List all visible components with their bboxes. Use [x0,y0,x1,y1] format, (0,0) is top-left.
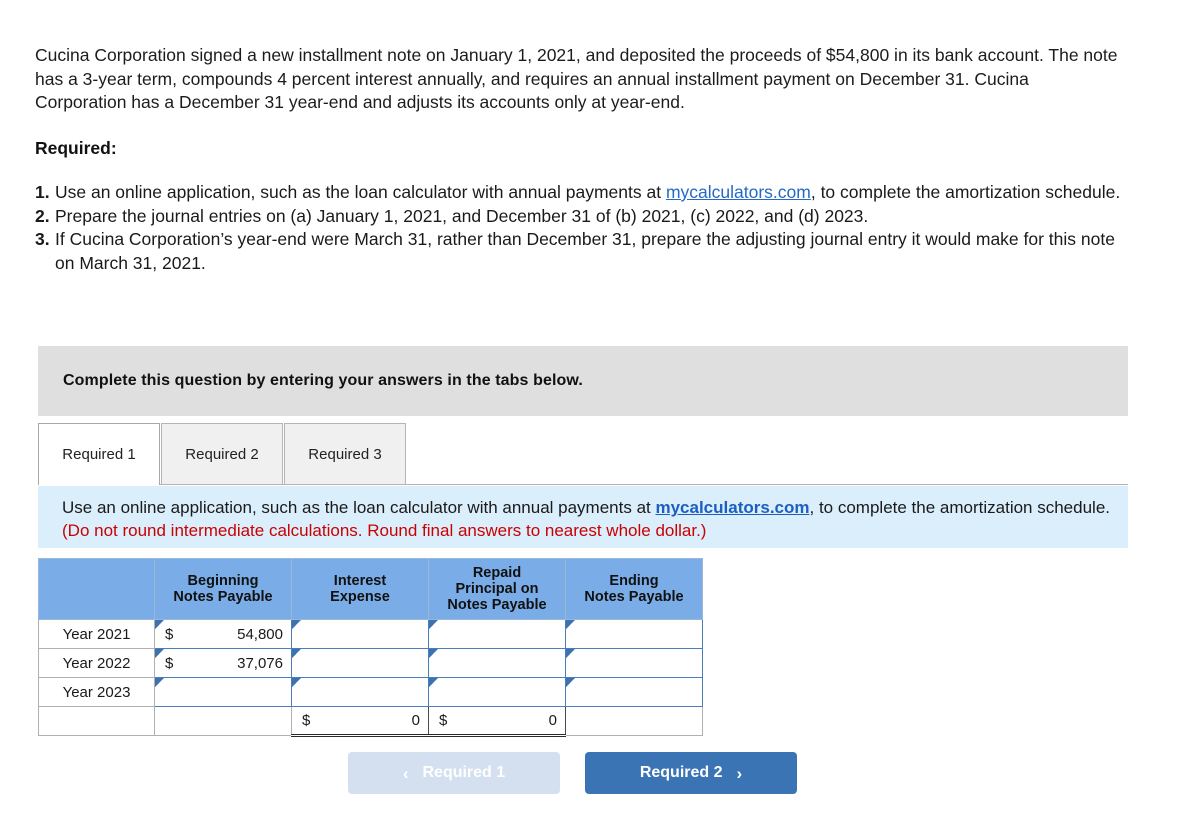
input-repaid-2021[interactable] [429,620,566,649]
header-beginning-notes-payable: Beginning Notes Payable [155,559,292,620]
header-ending-line-1: Ending [566,573,702,589]
header-beginning-line-2: Notes Payable [155,589,291,605]
table-row: Year 2023 [39,678,703,707]
table-row: Year 2022 $ 37,076 [39,649,703,678]
input-repaid-2023[interactable] [429,678,566,707]
previous-requirement-label: Required 1 [422,764,505,782]
next-requirement-button[interactable]: Required 2 › [585,752,797,794]
requirement-number-1: 1. [35,181,55,205]
input-beginning-2022[interactable]: $ 37,076 [155,649,292,678]
required-heading: Required: [35,138,117,159]
input-ending-2021[interactable] [566,620,703,649]
amortization-table: Beginning Notes Payable Interest Expense… [38,558,703,737]
tab-instruction-panel: Use an online application, such as the l… [38,486,1128,548]
tabs-divider [38,484,1128,485]
mycalculators-link-panel[interactable]: mycalculators.com [655,498,809,517]
previous-requirement-button[interactable]: ‹ Required 1 [348,752,560,794]
tab-required-1[interactable]: Required 1 [38,423,160,485]
totals-label-cell [39,707,155,736]
currency-symbol: $ [165,655,173,672]
table-header-row: Beginning Notes Payable Interest Expense… [39,559,703,620]
currency-symbol: $ [439,712,447,729]
value: 0 [447,712,557,729]
requirement-text-1: Use an online application, such as the l… [55,181,1125,205]
header-repaid-line-2: Principal on [429,581,565,597]
value: 37,076 [173,655,283,672]
value: 0 [310,712,420,729]
row-label-year-2022: Year 2022 [39,649,155,678]
header-repaid-line-1: Repaid [429,565,565,581]
totals-beginning-cell [155,707,292,736]
input-ending-2022[interactable] [566,649,703,678]
table-totals-row: $ 0 $ 0 [39,707,703,736]
table-row: Year 2021 $ 54,800 [39,620,703,649]
header-interest-line-1: Interest [292,573,428,589]
requirements-list: 1. Use an online application, such as th… [35,181,1125,275]
input-interest-2023[interactable] [292,678,429,707]
totals-repaid-principal: $ 0 [429,707,566,736]
rounding-note: (Do not round intermediate calculations.… [62,521,706,540]
header-repaid-line-3: Notes Payable [429,597,565,613]
row-label-year-2021: Year 2021 [39,620,155,649]
requirement-number-3: 3. [35,228,55,252]
row-label-year-2023: Year 2023 [39,678,155,707]
instruction-banner: Complete this question by entering your … [38,346,1128,416]
header-corner [39,559,155,620]
tab-instruction-text-after: , to complete the amortization schedule. [810,498,1111,517]
chevron-left-icon: ‹ [403,765,409,782]
header-repaid-principal: Repaid Principal on Notes Payable [429,559,566,620]
input-interest-2022[interactable] [292,649,429,678]
input-repaid-2022[interactable] [429,649,566,678]
header-ending-notes-payable: Ending Notes Payable [566,559,703,620]
input-beginning-2023[interactable] [155,678,292,707]
input-ending-2023[interactable] [566,678,703,707]
tab-required-3[interactable]: Required 3 [284,423,406,485]
requirement-text-2: Prepare the journal entries on (a) Janua… [55,205,1125,229]
next-requirement-label: Required 2 [640,764,723,782]
navigation-buttons: ‹ Required 1 Required 2 › [348,752,797,794]
mycalculators-link-requirement[interactable]: mycalculators.com [666,182,811,202]
requirement-text-3: If Cucina Corporation’s year-end were Ma… [55,228,1125,275]
requirement-tabs: Required 1 Required 2 Required 3 [38,423,407,485]
value: 54,800 [173,626,283,643]
requirement-item-3: 3. If Cucina Corporation’s year-end were… [35,228,1125,275]
question-page: Cucina Corporation signed a new installm… [0,0,1200,818]
requirement-item-2: 2. Prepare the journal entries on (a) Ja… [35,205,1125,229]
requirement-item-1: 1. Use an online application, such as th… [35,181,1125,205]
requirement-1-text-before: Use an online application, such as the l… [55,182,666,202]
requirement-1-text-after: , to complete the amortization schedule. [811,182,1120,202]
totals-ending-cell [566,707,703,736]
requirement-number-2: 2. [35,205,55,229]
tab-required-1-label: Required 1 [62,446,135,463]
totals-interest-expense: $ 0 [292,707,429,736]
chevron-right-icon: › [737,765,743,782]
header-interest-expense: Interest Expense [292,559,429,620]
input-beginning-2021[interactable]: $ 54,800 [155,620,292,649]
tab-required-2-label: Required 2 [185,446,258,463]
header-ending-line-2: Notes Payable [566,589,702,605]
tab-required-2[interactable]: Required 2 [161,423,283,485]
instruction-banner-text: Complete this question by entering your … [38,372,583,390]
tab-required-3-label: Required 3 [308,446,381,463]
header-beginning-line-1: Beginning [155,573,291,589]
input-interest-2021[interactable] [292,620,429,649]
tab-instruction-text-before: Use an online application, such as the l… [62,498,655,517]
currency-symbol: $ [302,712,310,729]
problem-statement: Cucina Corporation signed a new installm… [35,44,1125,115]
currency-symbol: $ [165,626,173,643]
header-interest-line-2: Expense [292,589,428,605]
